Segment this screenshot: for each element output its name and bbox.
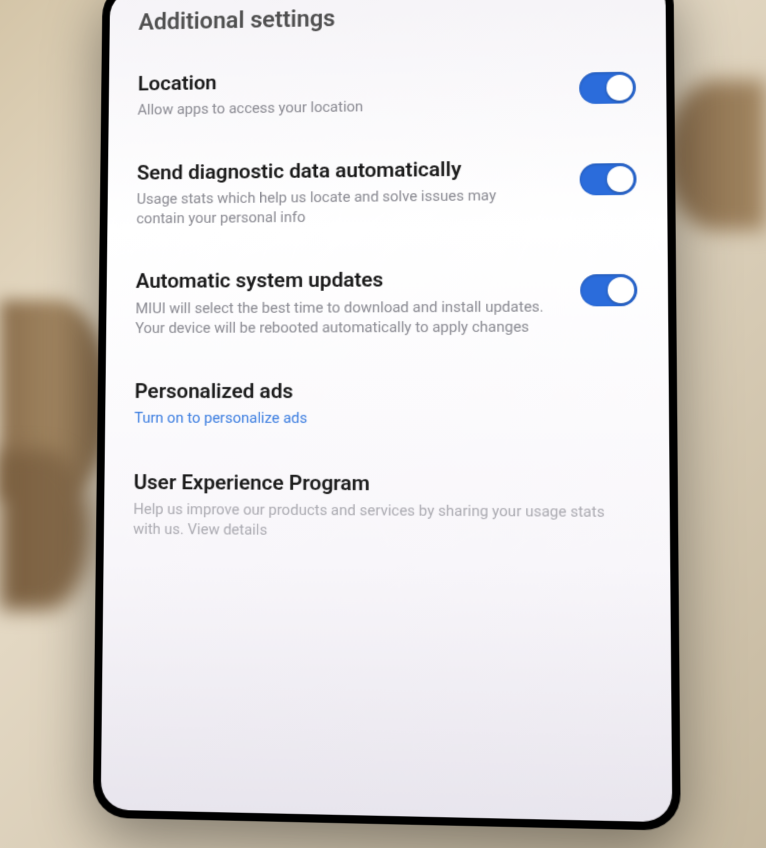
setting-item-uep[interactable]: User Experience Program Help us improve … bbox=[133, 470, 639, 543]
setting-item-location[interactable]: Location Allow apps to access your locat… bbox=[137, 64, 636, 120]
setting-title-uep: User Experience Program bbox=[134, 470, 608, 499]
setting-title-location: Location bbox=[138, 65, 549, 97]
toggle-knob bbox=[608, 277, 635, 303]
toggle-knob bbox=[607, 165, 634, 191]
setting-item-updates[interactable]: Automatic system updates MIUI will selec… bbox=[135, 266, 637, 338]
phone-frame: Additional settings Location Allow apps … bbox=[93, 0, 681, 831]
page-title: Additional settings bbox=[138, 0, 635, 36]
setting-text: Automatic system updates MIUI will selec… bbox=[135, 267, 580, 338]
setting-item-ads[interactable]: Personalized ads Turn on to personalize … bbox=[134, 379, 638, 429]
setting-subtitle-uep: Help us improve our products and service… bbox=[133, 499, 608, 543]
setting-text: Personalized ads Turn on to personalize … bbox=[134, 379, 638, 429]
setting-subtitle-updates: MIUI will select the best time to downlo… bbox=[135, 296, 550, 338]
setting-title-ads: Personalized ads bbox=[135, 379, 608, 406]
setting-item-diagnostics[interactable]: Send diagnostic data automatically Usage… bbox=[136, 154, 636, 228]
toggle-diagnostics[interactable] bbox=[580, 162, 637, 195]
phone-screen: Additional settings Location Allow apps … bbox=[101, 0, 673, 822]
setting-title-updates: Automatic system updates bbox=[136, 267, 550, 295]
setting-text: User Experience Program Help us improve … bbox=[133, 470, 639, 543]
setting-subtitle-ads: Turn on to personalize ads bbox=[134, 408, 607, 429]
setting-text: Location Allow apps to access your locat… bbox=[137, 65, 579, 120]
setting-subtitle-diagnostics: Usage stats which help us locate and sol… bbox=[136, 185, 549, 229]
setting-title-diagnostics: Send diagnostic data automatically bbox=[137, 156, 550, 187]
setting-text: Send diagnostic data automatically Usage… bbox=[136, 155, 580, 228]
toggle-knob bbox=[606, 75, 632, 101]
hand-finger-decoration bbox=[666, 80, 766, 230]
toggle-location[interactable] bbox=[579, 72, 636, 105]
hand-finger-decoration bbox=[0, 450, 90, 610]
toggle-updates[interactable] bbox=[580, 274, 637, 306]
setting-subtitle-location: Allow apps to access your location bbox=[137, 94, 549, 120]
